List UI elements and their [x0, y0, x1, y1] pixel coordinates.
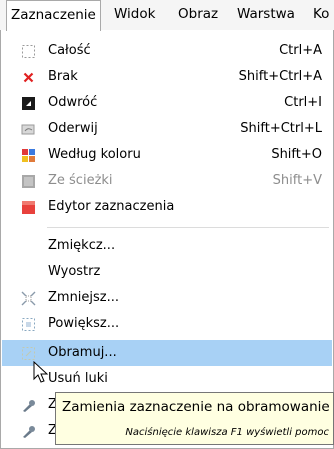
menu-item-label: Brak — [48, 69, 78, 84]
menu-item-none[interactable]: Brak Shift+Ctrl+A — [2, 64, 332, 90]
menu-item-shrink[interactable]: Zmniejsz... — [2, 285, 332, 311]
menu-item-label: Powiększ... — [48, 316, 120, 331]
menu-item-label: Usuń luki — [48, 371, 108, 386]
selection-editor-icon — [22, 201, 35, 214]
invert-icon — [22, 97, 35, 110]
menu-item-float[interactable]: Oderwij Shift+Ctrl+L — [2, 116, 332, 142]
menu-item-shortcut: Ctrl+A — [279, 43, 322, 58]
menu-item-border[interactable]: Obramuj... — [2, 340, 332, 366]
menu-item-label: Całość — [48, 43, 91, 58]
mouse-pointer-icon — [33, 361, 49, 383]
menu-item-by-color[interactable]: Według koloru Shift+O — [2, 142, 332, 168]
float-icon — [21, 124, 35, 135]
menu-bar: Zaznaczenie Widok Obraz Warstwa Ko — [0, 0, 334, 31]
menu-item-feather[interactable]: Zmiękcz... — [2, 233, 332, 259]
dropdown-menu: Całość Ctrl+A Brak Shift+Ctrl+A Odwróć C… — [0, 30, 334, 449]
grow-icon — [22, 318, 35, 331]
menu-kolory[interactable]: Ko — [309, 0, 333, 29]
menu-obraz[interactable]: Obraz — [174, 0, 222, 29]
menu-item-select-all[interactable]: Całość Ctrl+A — [2, 38, 332, 64]
menu-zaznaczenie[interactable]: Zaznaczenie — [6, 0, 101, 31]
tooltip: Zamienia zaznaczenie na obramowanie Naci… — [55, 392, 334, 445]
menu-item-label: Zmniejsz... — [48, 290, 120, 305]
menu-item-label: Ze ścieżki — [48, 173, 113, 188]
by-color-icon — [22, 149, 35, 162]
menu-item-sharpen[interactable]: Wyostrz — [2, 259, 332, 285]
tooltip-hint: Naciśnięcie klawisza F1 wyświetli pomoc — [125, 427, 329, 438]
menu-item-label: Odwróć — [48, 95, 98, 110]
menu-item-label: Oderwij — [48, 121, 98, 136]
menu-item-selection-editor[interactable]: Edytor zaznaczenia — [2, 194, 332, 220]
menu-item-shortcut: Shift+Ctrl+A — [238, 69, 322, 84]
select-all-icon — [22, 45, 35, 58]
menu-warstwa[interactable]: Warstwa — [233, 0, 299, 29]
brush-icon — [23, 400, 35, 412]
shrink-icon — [21, 291, 36, 306]
menu-item-shortcut: Ctrl+I — [284, 95, 322, 110]
from-path-icon — [22, 175, 35, 188]
menu-item-label: Edytor zaznaczenia — [48, 199, 175, 214]
menu-item-label: Według koloru — [48, 147, 141, 162]
menu-item-label: Zmiękcz... — [48, 238, 116, 253]
menu-item-from-path[interactable]: Ze ścieżki Shift+V — [2, 168, 332, 194]
brush-icon — [23, 426, 35, 438]
menu-item-label: Wyostrz — [48, 264, 101, 279]
menu-item-grow[interactable]: Powiększ... — [2, 311, 332, 337]
menu-item-shortcut: Shift+O — [271, 147, 322, 162]
menu-item-shortcut: Shift+V — [272, 173, 322, 188]
menu-item-remove-holes[interactable]: Usuń luki — [2, 366, 332, 392]
menu-item-invert[interactable]: Odwróć Ctrl+I — [2, 90, 332, 116]
menu-item-label: Obramuj... — [48, 345, 117, 360]
menu-separator — [47, 227, 329, 228]
menu-item-shortcut: Shift+Ctrl+L — [240, 121, 322, 136]
menu-widok[interactable]: Widok — [110, 0, 159, 29]
tooltip-text: Zamienia zaznaczenie na obramowanie — [62, 399, 330, 415]
border-icon — [22, 347, 35, 360]
red-x-icon — [23, 72, 34, 83]
